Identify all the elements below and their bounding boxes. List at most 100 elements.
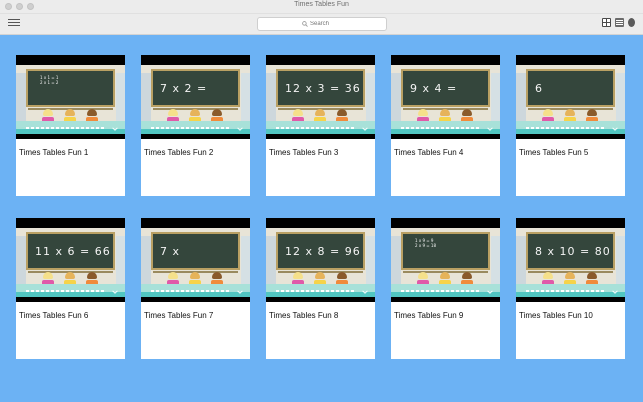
chevron-down-icon[interactable] [237,126,243,132]
chevron-down-icon[interactable] [237,289,243,295]
classroom-floor [266,129,375,134]
video-card[interactable]: 6 Times Tables Fun 5 [516,55,625,196]
magnifier-icon [302,21,308,27]
video-card[interactable]: 12 x 8 = 96 Times Tables Fun 8 [266,218,375,359]
video-thumbnail[interactable]: 1 x 1 = 1 2 x 1 = 2 [16,55,125,139]
classroom-floor [16,292,125,297]
classroom-scene: 11 x 6 = 66 [16,228,125,297]
chevron-down-icon[interactable] [112,289,118,295]
chalkboard-equation: 1 x 9 = 9 2 x 9 = 18 [401,232,490,270]
video-thumbnail[interactable]: 7 x [141,218,250,302]
classroom-window-right [241,236,250,284]
classroom-floor [391,292,500,297]
video-thumbnail[interactable]: 7 x 2 = [141,55,250,139]
video-title: Times Tables Fun 5 [519,148,589,157]
video-thumbnail[interactable]: 11 x 6 = 66 [16,218,125,302]
video-card[interactable]: 9 x 4 = Times Tables Fun 4 [391,55,500,196]
search-input[interactable] [310,21,342,27]
classroom-floor [266,292,375,297]
classroom-window-right [241,73,250,121]
chevron-down-icon[interactable] [612,126,618,132]
list-view-icon[interactable] [615,18,624,27]
video-title: Times Tables Fun 6 [19,311,89,320]
video-card[interactable]: 1 x 1 = 1 2 x 1 = 2 Times Tables Fun 1 [16,55,125,196]
video-thumbnail[interactable]: 12 x 3 = 36 [266,55,375,139]
classroom-window-right [616,236,625,284]
video-card[interactable]: 8 x 10 = 80 Times Tables Fun 10 [516,218,625,359]
video-thumbnail[interactable]: 12 x 8 = 96 [266,218,375,302]
classroom-window-left [16,73,26,121]
film-strip-indicator [276,290,356,292]
classroom-window-left [266,236,276,284]
chevron-down-icon[interactable] [112,126,118,132]
hamburger-menu-icon[interactable] [8,17,20,29]
video-card[interactable]: 1 x 9 = 9 2 x 9 = 18 Times Tables Fun 9 [391,218,500,359]
classroom-scene: 9 x 4 = [391,65,500,134]
classroom-window-left [141,73,151,121]
classroom-window-right [116,73,125,121]
chalkboard-equation: 6 [526,69,615,107]
classroom-window-right [366,73,375,121]
title-bar: Times Tables Fun [0,0,643,14]
video-title: Times Tables Fun 1 [19,148,89,157]
classroom-scene: 7 x 2 = [141,65,250,134]
chevron-down-icon[interactable] [612,289,618,295]
classroom-scene: 7 x [141,228,250,297]
classroom-window-left [516,236,526,284]
chalkboard-equation: 7 x 2 = [151,69,240,107]
film-strip-indicator [401,127,481,129]
video-thumbnail[interactable]: 1 x 9 = 9 2 x 9 = 18 [391,218,500,302]
classroom-window-left [266,73,276,121]
video-card[interactable]: 7 x 2 = Times Tables Fun 2 [141,55,250,196]
chevron-down-icon[interactable] [362,126,368,132]
classroom-scene: 1 x 1 = 1 2 x 1 = 2 [16,65,125,134]
classroom-scene: 12 x 8 = 96 [266,228,375,297]
classroom-floor [391,129,500,134]
classroom-window-right [616,73,625,121]
chevron-down-icon[interactable] [362,289,368,295]
video-title: Times Tables Fun 7 [144,311,214,320]
video-card[interactable]: 7 x Times Tables Fun 7 [141,218,250,359]
grid-view-icon[interactable] [602,18,611,27]
chalkboard-equation: 1 x 1 = 1 2 x 1 = 2 [26,69,115,107]
film-strip-indicator [26,127,106,129]
classroom-floor [516,129,625,134]
view-switcher [602,18,635,27]
chevron-down-icon[interactable] [487,289,493,295]
classroom-window-right [366,236,375,284]
video-grid: 1 x 1 = 1 2 x 1 = 2 Times Tables Fun 1 7 x… [16,55,625,359]
video-thumbnail[interactable]: 9 x 4 = [391,55,500,139]
window-title: Times Tables Fun [294,1,349,8]
video-title: Times Tables Fun 9 [394,311,464,320]
chalkboard-equation: 12 x 3 = 36 [276,69,365,107]
video-title: Times Tables Fun 8 [269,311,339,320]
chalkboard-equation: 11 x 6 = 66 [26,232,115,270]
film-strip-indicator [526,290,606,292]
app-window: Times Tables Fun 1 x 1 = 1 2 x 1 = 2 Time… [0,0,643,402]
video-thumbnail[interactable]: 8 x 10 = 80 [516,218,625,302]
chalkboard-equation: 8 x 10 = 80 [526,232,615,270]
film-strip-indicator [526,127,606,129]
search-field[interactable] [257,17,387,31]
classroom-window-right [491,73,500,121]
classroom-scene: 6 [516,65,625,134]
info-icon[interactable] [628,18,635,27]
classroom-scene: 12 x 3 = 36 [266,65,375,134]
classroom-window-left [391,73,401,121]
classroom-scene: 8 x 10 = 80 [516,228,625,297]
chevron-down-icon[interactable] [487,126,493,132]
classroom-floor [516,292,625,297]
classroom-window-left [391,236,401,284]
video-card[interactable]: 12 x 3 = 36 Times Tables Fun 3 [266,55,375,196]
toolbar [0,14,643,35]
chalkboard-equation: 9 x 4 = [401,69,490,107]
classroom-window-left [141,236,151,284]
chalkboard-equation: 12 x 8 = 96 [276,232,365,270]
video-card[interactable]: 11 x 6 = 66 Times Tables Fun 6 [16,218,125,359]
video-title: Times Tables Fun 2 [144,148,214,157]
video-title: Times Tables Fun 4 [394,148,464,157]
video-title: Times Tables Fun 10 [519,311,593,320]
film-strip-indicator [26,290,106,292]
video-thumbnail[interactable]: 6 [516,55,625,139]
classroom-window-right [116,236,125,284]
